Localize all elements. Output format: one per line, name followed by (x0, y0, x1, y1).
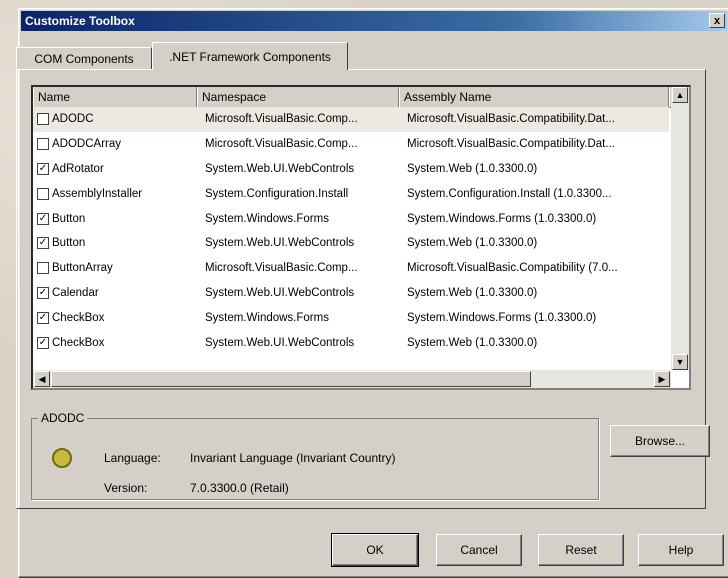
table-row[interactable]: ADODCArray Microsoft.VisualBasic.Comp... M… (33, 132, 669, 157)
version-label: Version: (104, 481, 148, 495)
vertical-scrollbar[interactable]: ▲ ▼ (671, 87, 689, 370)
table-row[interactable]: ✓ Button System.Web.UI.WebControls System.W… (33, 231, 669, 256)
column-header-namespace[interactable]: Namespace (197, 87, 399, 107)
table-row[interactable]: ✓ CheckBox System.Web.UI.WebControls System… (33, 330, 669, 355)
column-header-assembly-name[interactable]: Assembly Name (399, 87, 669, 107)
cell-namespace: System.Web.UI.WebControls (205, 286, 355, 299)
cell-assembly-name: Microsoft.VisualBasic.Compatibility.Dat.… (407, 113, 615, 126)
components-list[interactable]: Name Namespace Assembly Name ADODC Micros… (31, 85, 691, 390)
cell-assembly-name: Microsoft.VisualBasic.Compatibility (7.0… (407, 262, 618, 275)
cell-name: ✓ AdRotator (33, 162, 197, 175)
component-name: ButtonArray (52, 262, 113, 275)
cell-name: ✓ CheckBox (33, 311, 197, 324)
component-checkbox[interactable] (37, 113, 49, 126)
component-name: CheckBox (52, 336, 105, 349)
window-title: Customize Toolbox (25, 14, 135, 28)
list-header: Name Namespace Assembly Name (33, 87, 689, 108)
gear-icon (52, 448, 72, 468)
component-checkbox[interactable]: ✓ (37, 311, 49, 324)
cell-assembly-name: System.Web (1.0.3300.0) (407, 162, 538, 175)
cell-namespace: System.Windows.Forms (205, 311, 329, 324)
cell-assembly-name: System.Web (1.0.3300.0) (407, 237, 538, 250)
list-rows: ADODC Microsoft.VisualBasic.Comp... Micros… (33, 107, 669, 355)
cell-name: ADODC (33, 113, 197, 126)
language-label: Language: (104, 451, 161, 465)
table-row[interactable]: ✓ Button System.Windows.Forms System.Window… (33, 206, 669, 231)
cell-namespace: System.Web.UI.WebControls (205, 162, 355, 175)
cell-assembly-name: System.Web (1.0.3300.0) (407, 336, 538, 349)
component-name: ADODCArray (52, 138, 122, 151)
component-name: Button (52, 212, 86, 225)
component-name: CheckBox (52, 311, 105, 324)
tab-com-components[interactable]: COM Components (16, 47, 152, 69)
ok-button[interactable]: OK (331, 533, 419, 567)
cell-namespace: Microsoft.VisualBasic.Comp... (205, 113, 358, 126)
cell-name: ButtonArray (33, 262, 197, 275)
column-header-name[interactable]: Name (33, 87, 197, 107)
component-name: ADODC (52, 113, 94, 126)
cell-name: AssemblyInstaller (33, 187, 197, 200)
tab-net-framework-components[interactable]: .NET Framework Components (152, 42, 348, 70)
component-checkbox[interactable]: ✓ (37, 162, 49, 175)
component-checkbox[interactable] (37, 262, 49, 275)
table-row[interactable]: ✓ AdRotator System.Web.UI.WebControls Syste… (33, 157, 669, 182)
component-name: AssemblyInstaller (52, 187, 143, 200)
component-checkbox[interactable] (37, 138, 49, 151)
cell-namespace: Microsoft.VisualBasic.Comp... (205, 138, 358, 151)
cell-assembly-name: System.Web (1.0.3300.0) (407, 286, 538, 299)
cell-name: ✓ Calendar (33, 286, 197, 299)
table-row[interactable]: ✓ Calendar System.Web.UI.WebControls System… (33, 281, 669, 306)
cell-namespace: System.Configuration.Install (205, 187, 349, 200)
scroll-right-icon[interactable]: ▶ (654, 371, 670, 387)
table-row[interactable]: ADODC Microsoft.VisualBasic.Comp... Micros… (33, 107, 669, 132)
table-row[interactable]: AssemblyInstaller System.Configuration.In… (33, 181, 669, 206)
cell-namespace: Microsoft.VisualBasic.Comp... (205, 262, 358, 275)
help-button[interactable]: Help (638, 534, 724, 566)
component-checkbox[interactable]: ✓ (37, 336, 49, 349)
cancel-button[interactable]: Cancel (436, 534, 522, 566)
component-name: Button (52, 237, 86, 250)
details-group-title: ADODC (38, 411, 88, 425)
cell-assembly-name: System.Windows.Forms (1.0.3300.0) (407, 311, 597, 324)
close-button[interactable]: x (709, 13, 725, 28)
component-name: AdRotator (52, 162, 104, 175)
language-value: Invariant Language (Invariant Country) (190, 451, 396, 465)
horizontal-scroll-thumb[interactable] (51, 371, 531, 387)
cell-namespace: System.Windows.Forms (205, 212, 329, 225)
scroll-up-icon[interactable]: ▲ (672, 87, 688, 103)
cell-name: ✓ Button (33, 237, 197, 250)
component-checkbox[interactable] (37, 187, 49, 200)
browse-button[interactable]: Browse... (610, 425, 710, 457)
cell-assembly-name: System.Windows.Forms (1.0.3300.0) (407, 212, 597, 225)
cell-name: ADODCArray (33, 138, 197, 151)
cell-assembly-name: Microsoft.VisualBasic.Compatibility.Dat.… (407, 138, 615, 151)
scroll-down-icon[interactable]: ▼ (672, 354, 688, 370)
component-checkbox[interactable]: ✓ (37, 286, 49, 299)
cell-namespace: System.Web.UI.WebControls (205, 336, 355, 349)
table-row[interactable]: ButtonArray Microsoft.VisualBasic.Comp...… (33, 256, 669, 281)
version-value: 7.0.3300.0 (Retail) (190, 481, 289, 495)
horizontal-scrollbar[interactable]: ◀ ▶ (33, 370, 671, 388)
scroll-left-icon[interactable]: ◀ (34, 371, 50, 387)
reset-button[interactable]: Reset (538, 534, 624, 566)
cell-name: ✓ CheckBox (33, 336, 197, 349)
table-row[interactable]: ✓ CheckBox System.Windows.Forms System.Wind… (33, 305, 669, 330)
component-name: Calendar (52, 286, 99, 299)
cell-assembly-name: System.Configuration.Install (1.0.3300..… (407, 187, 612, 200)
title-bar[interactable]: Customize Toolbox x (21, 11, 727, 31)
cell-name: ✓ Button (33, 212, 197, 225)
component-checkbox[interactable]: ✓ (37, 212, 49, 225)
component-checkbox[interactable]: ✓ (37, 237, 49, 250)
cell-namespace: System.Web.UI.WebControls (205, 237, 355, 250)
